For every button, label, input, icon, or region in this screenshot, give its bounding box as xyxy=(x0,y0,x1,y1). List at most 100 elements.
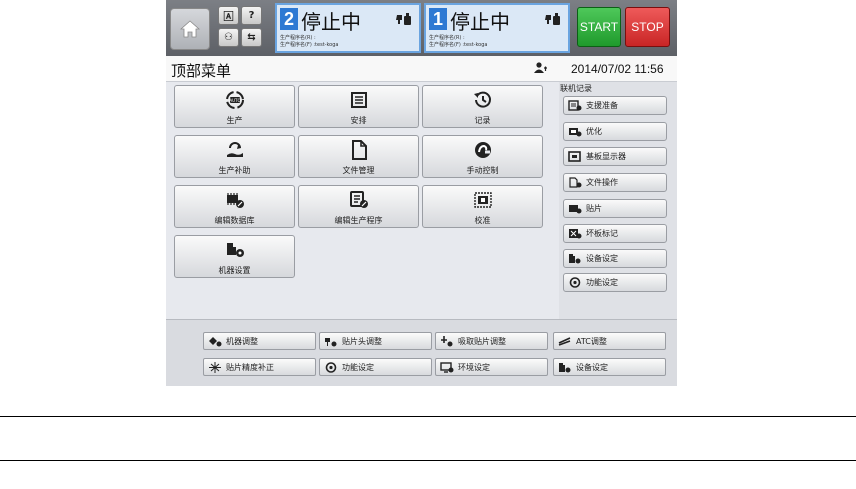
bottom-label: 贴片头调整 xyxy=(342,336,382,346)
program-name-f: 生产程序名(F) :test-koga xyxy=(429,42,488,48)
program-name-r: 生产程序名(R) : xyxy=(280,35,316,41)
menu-manual-control[interactable]: 手动控制 xyxy=(422,135,543,178)
device-settings-icon xyxy=(569,254,581,264)
function-settings-icon xyxy=(569,277,581,288)
home-icon xyxy=(180,20,200,38)
display-mode-button[interactable]: 🄰 xyxy=(218,6,239,25)
side-optimize-button[interactable]: 优化 xyxy=(563,122,667,141)
line-number: 1 xyxy=(429,8,447,30)
production-support-icon xyxy=(226,142,243,157)
optimize-icon xyxy=(569,128,582,137)
machine-adjust-button[interactable]: 机器调整 xyxy=(203,332,316,350)
head-adjust-button[interactable]: 贴片头调整 xyxy=(319,332,432,350)
menu-label: 生产 xyxy=(226,116,243,125)
machine-settings-icon xyxy=(226,243,244,257)
operator-button[interactable]: ⚇ xyxy=(218,28,239,47)
bottom-label: 吸取贴片调整 xyxy=(458,336,506,346)
bottom-label: ATC调整 xyxy=(576,336,607,346)
pickup-adjust-icon xyxy=(441,335,453,346)
adjustment-bar: 机器调整 贴片头调整 吸取贴片调整 ATC调整 贴片精度补正 功能设定 环境设定 xyxy=(166,319,677,386)
display-mode-icon: 🄰 xyxy=(223,12,234,23)
side-label: 坏板标记 xyxy=(586,229,618,238)
svg-text:AUTO: AUTO xyxy=(229,98,240,103)
auto-production-icon: AUTO xyxy=(225,91,244,109)
stop-button[interactable]: STOP xyxy=(625,7,670,47)
side-support-prep-button[interactable]: 支援准备 xyxy=(563,96,667,115)
side-label: 贴片 xyxy=(586,204,602,213)
menu-label: 编辑生产程序 xyxy=(334,216,383,225)
page-title: 顶部菜单 xyxy=(171,62,232,80)
program-edit-icon xyxy=(349,191,368,208)
menu-production-support[interactable]: 生产补助 xyxy=(174,135,295,178)
start-button[interactable]: START xyxy=(577,7,621,47)
machine-screen: 🄰 ? ⚇ ⇆ 2 停止中 生产程序名(R) : 生产程序名(F) :test-… xyxy=(166,0,677,386)
schedule-icon xyxy=(350,92,367,108)
help-icon: ? xyxy=(248,10,255,21)
side-label: 优化 xyxy=(586,127,602,136)
bad-board-mark-icon xyxy=(569,229,582,239)
divider-top xyxy=(0,416,856,417)
menu-label: 生产补助 xyxy=(218,166,251,175)
side-label: 设备设定 xyxy=(586,254,618,263)
divider-bottom xyxy=(0,460,856,461)
bottom-function-settings-button[interactable]: 功能设定 xyxy=(319,358,432,376)
transfer-icon: ⇆ xyxy=(247,32,256,43)
menu-machine-settings[interactable]: 机器设置 xyxy=(174,235,295,278)
menu-production[interactable]: AUTO 生产 xyxy=(174,85,295,128)
side-label: 文件操作 xyxy=(586,178,618,187)
transfer-button[interactable]: ⇆ xyxy=(241,28,262,47)
accuracy-correction-button[interactable]: 贴片精度补正 xyxy=(203,358,316,376)
user-level-icon[interactable] xyxy=(534,62,548,74)
bottom-label: 设备设定 xyxy=(576,362,608,372)
atc-adjust-icon xyxy=(558,336,571,346)
menu-label: 安排 xyxy=(350,116,367,125)
menu-label: 编辑数据库 xyxy=(214,216,255,225)
program-name-r: 生产程序名(R) : xyxy=(429,35,465,41)
side-bad-board-mark-button[interactable]: 坏板标记 xyxy=(563,224,667,243)
bottom-label: 贴片精度补正 xyxy=(226,362,274,372)
side-function-settings-button[interactable]: 功能设定 xyxy=(563,273,667,292)
menu-file-management[interactable]: 文件管理 xyxy=(298,135,419,178)
line-status-text: 停止中 xyxy=(450,10,510,34)
help-button[interactable]: ? xyxy=(241,6,262,25)
side-label: 支援准备 xyxy=(586,101,618,110)
operator-icon: ⚇ xyxy=(224,32,233,43)
menu-calibration[interactable]: 校准 xyxy=(422,185,543,228)
atc-adjust-button[interactable]: ATC调整 xyxy=(553,332,666,350)
program-name-f: 生产程序名(F) :test-koga xyxy=(280,42,339,48)
line-number: 2 xyxy=(280,8,298,30)
bottom-device-settings-button[interactable]: 设备设定 xyxy=(553,358,666,376)
side-file-operation-button[interactable]: 文件操作 xyxy=(563,173,667,192)
side-label: 功能设定 xyxy=(586,278,618,287)
side-panel-title: 联机记录 xyxy=(560,84,592,93)
function-settings-icon xyxy=(325,361,337,373)
file-operation-icon xyxy=(569,177,582,188)
home-button[interactable] xyxy=(170,8,210,50)
menu-database-edit[interactable]: 编辑数据库 xyxy=(174,185,295,228)
menu-label: 校准 xyxy=(474,216,491,225)
menu-history[interactable]: 记录 xyxy=(422,85,543,128)
history-icon xyxy=(473,91,491,108)
calibration-icon xyxy=(473,192,492,208)
bottom-label: 机器调整 xyxy=(226,336,258,346)
environment-settings-icon xyxy=(440,361,454,373)
line-status-panel-2[interactable]: 2 停止中 生产程序名(R) : 生产程序名(F) :test-koga xyxy=(275,3,421,53)
menu-schedule[interactable]: 安排 xyxy=(298,85,419,128)
support-prep-icon xyxy=(568,100,582,111)
side-board-display-button[interactable]: 基板显示器 xyxy=(563,147,667,166)
menu-label: 记录 xyxy=(474,116,491,125)
manual-control-icon xyxy=(474,142,491,158)
online-record-panel: 联机记录 支援准备 优化 基板显示器 文件操作 贴片 坏板标记 设备设定 功能设… xyxy=(559,82,677,319)
menu-label: 文件管理 xyxy=(342,166,375,175)
side-device-settings-button[interactable]: 设备设定 xyxy=(563,249,667,268)
machine-adjust-icon xyxy=(209,336,222,346)
pickup-adjust-button[interactable]: 吸取贴片调整 xyxy=(435,332,548,350)
placement-icon xyxy=(569,205,582,214)
side-label: 基板显示器 xyxy=(586,152,626,161)
file-icon xyxy=(351,140,367,160)
environment-settings-button[interactable]: 环境设定 xyxy=(435,358,548,376)
menu-program-edit[interactable]: 编辑生产程序 xyxy=(298,185,419,228)
line-status-panel-1[interactable]: 1 停止中 生产程序名(R) : 生产程序名(F) :test-koga xyxy=(424,3,570,53)
side-placement-button[interactable]: 贴片 xyxy=(563,199,667,218)
line-status-text: 停止中 xyxy=(301,10,361,34)
